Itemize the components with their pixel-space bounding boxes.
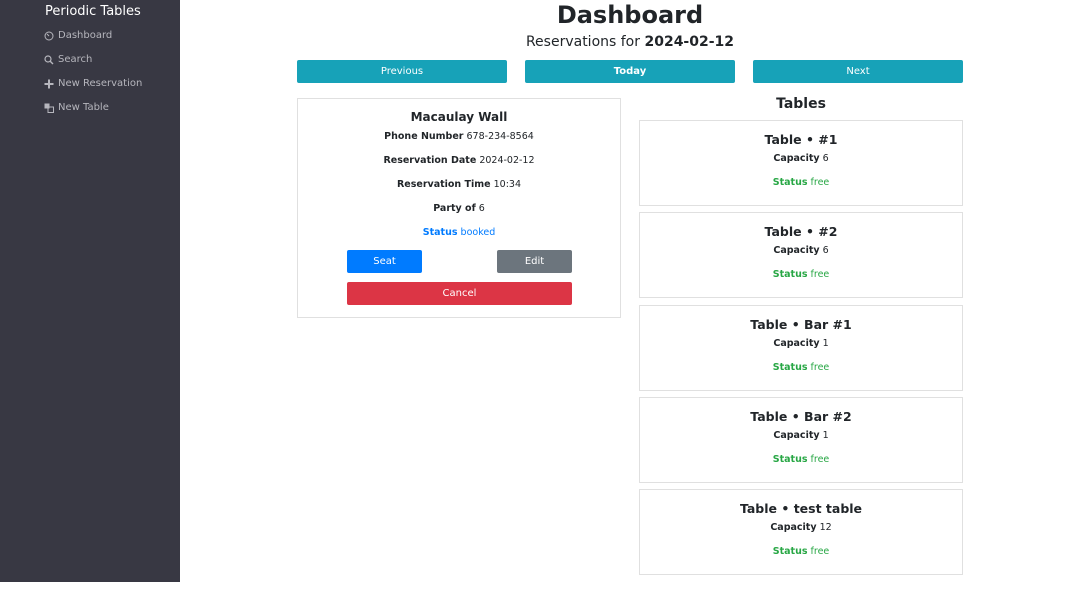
capacity-label: Capacity [773,153,820,164]
status-value: free [810,269,830,280]
sidebar: Periodic Tables Dashboard Search New Res… [0,0,180,582]
party-value: 6 [478,203,485,214]
status-value: free [810,362,830,373]
table-icon [44,103,54,113]
table-name: Table • test table [739,501,863,516]
status-label: Status [772,546,808,557]
phone-label: Phone Number [384,131,464,142]
edit-button[interactable]: Edit [497,250,572,273]
table-status: Status free [640,546,962,557]
table-capacity: Capacity 6 [640,153,962,164]
dashboard-icon [44,31,54,40]
cancel-button[interactable]: Cancel [347,282,572,305]
sidebar-item-label: Dashboard [58,30,113,41]
status-label: Status [772,269,808,280]
search-icon [44,54,54,64]
reservation-phone: Phone Number 678-234-8564 [298,131,620,142]
table-status: Status free [640,362,962,373]
table-capacity: Capacity 6 [640,245,962,256]
reservation-name: Macaulay Wall [410,110,508,124]
table-status: Status free [640,269,962,280]
table-status: Status free [640,454,962,465]
status-label: Status [772,177,808,188]
today-button[interactable]: Today [525,60,735,83]
capacity-value: 1 [822,430,829,441]
status-label: Status [422,227,458,238]
capacity-value: 12 [819,522,832,533]
table-name: Table • #1 [764,132,838,147]
capacity-label: Capacity [773,430,820,441]
next-button[interactable]: Next [753,60,963,83]
plus-icon [44,79,54,88]
sidebar-item-search[interactable]: Search [44,54,92,65]
brand-title[interactable]: Periodic Tables [45,4,141,19]
status-label: Status [772,454,808,465]
sidebar-item-label: Search [58,54,93,65]
status-value: free [810,177,830,188]
capacity-label: Capacity [770,522,817,533]
capacity-value: 6 [822,245,829,256]
table-capacity: Capacity 1 [640,430,962,441]
sidebar-item-label: New Reservation [58,78,143,89]
tables-title: Tables [776,96,826,112]
table-capacity: Capacity 12 [640,522,962,533]
status-label: Status [772,362,808,373]
reservation-card: Macaulay Wall Phone Number 678-234-8564 … [297,98,621,318]
sidebar-item-new-table[interactable]: New Table [44,102,109,113]
subtitle-date: 2024-02-12 [644,34,735,50]
date-label: Reservation Date [383,155,477,166]
party-label: Party of [433,203,476,214]
table-card: Table • test table Capacity 12 Status fr… [639,489,963,575]
table-status: Status free [640,177,962,188]
sidebar-item-dashboard[interactable]: Dashboard [44,30,112,41]
table-capacity: Capacity 1 [640,338,962,349]
capacity-value: 6 [822,153,829,164]
capacity-label: Capacity [773,245,820,256]
table-card: Table • Bar #2 Capacity 1 Status free [639,397,963,483]
subtitle-prefix: Reservations for [525,34,641,50]
reservation-party: Party of 6 [298,203,620,214]
page-subtitle: Reservations for 2024-02-12 [180,32,1080,52]
status-value: free [810,454,830,465]
capacity-value: 1 [822,338,829,349]
reservation-status: Status booked [298,227,620,238]
phone-value: 678-234-8564 [466,131,534,142]
table-card: Table • #1 Capacity 6 Status free [639,120,963,206]
table-name: Table • #2 [764,224,838,239]
page-title: Dashboard [556,1,704,29]
capacity-label: Capacity [773,338,820,349]
table-card: Table • #2 Capacity 6 Status free [639,212,963,298]
table-name: Table • Bar #2 [750,409,852,424]
time-label: Reservation Time [396,179,491,190]
status-value: booked [460,227,496,238]
reservation-time: Reservation Time 10:34 [298,179,620,190]
table-card: Table • Bar #1 Capacity 1 Status free [639,305,963,391]
reservation-date: Reservation Date 2024-02-12 [298,155,620,166]
seat-button[interactable]: Seat [347,250,422,273]
date-value: 2024-02-12 [479,155,535,166]
sidebar-item-new-reservation[interactable]: New Reservation [44,78,142,89]
time-value: 10:34 [493,179,522,190]
sidebar-item-label: New Table [58,102,109,113]
table-name: Table • Bar #1 [750,317,852,332]
previous-button[interactable]: Previous [297,60,507,83]
status-value: free [810,546,830,557]
